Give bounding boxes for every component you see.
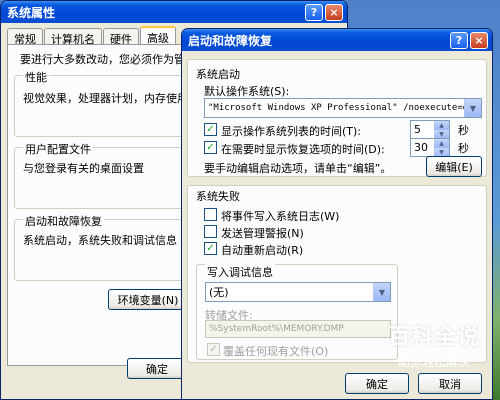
spin-up-icon[interactable]: ▲: [434, 139, 449, 148]
send-alert-label: 发送管理警报(N): [221, 227, 304, 240]
show-os-list-spinner[interactable]: 5 ▲ ▼: [410, 120, 450, 139]
tab-computer-name[interactable]: 计算机名: [44, 28, 102, 46]
chevron-down-icon[interactable]: ▼: [373, 283, 390, 301]
tab-advanced[interactable]: 高级: [140, 26, 176, 45]
show-recovery-label: 在需要时显示恢复选项的时间(D):: [221, 143, 385, 156]
help-button[interactable]: ?: [450, 31, 468, 49]
debug-info-title: 写入调试信息: [205, 264, 275, 280]
tab-hardware[interactable]: 硬件: [103, 28, 139, 46]
write-event-checkbox[interactable]: [204, 208, 217, 221]
overwrite-label: 覆盖任何现有文件(O): [223, 345, 329, 358]
system-properties-title: 系统属性: [7, 5, 56, 20]
ok-button[interactable]: 确定: [345, 373, 409, 394]
show-recovery-unit: 秒: [458, 142, 469, 155]
show-recovery-value: 30: [414, 141, 428, 154]
admin-intro-text: 要进行大多数改动，您必须作为管理: [20, 53, 196, 66]
show-os-list-value: 5: [414, 123, 421, 136]
close-button[interactable]: ×: [470, 31, 488, 49]
startup-recovery-title: 启动和故障恢复: [23, 213, 104, 229]
help-button[interactable]: ?: [305, 3, 323, 21]
show-os-list-label: 显示操作系统列表的时间(T):: [221, 125, 362, 138]
environment-variables-button[interactable]: 环境变量(N): [108, 289, 188, 310]
system-properties-titlebar[interactable]: 系统属性 ? ×: [1, 1, 347, 23]
performance-title: 性能: [23, 69, 49, 85]
chevron-down-icon[interactable]: ▼: [464, 99, 481, 117]
debug-info-value: (无): [209, 286, 229, 299]
edit-button[interactable]: 编辑(E): [426, 156, 482, 177]
show-recovery-checkbox[interactable]: ✓: [204, 141, 217, 154]
auto-restart-label: 自动重新启动(R): [221, 244, 304, 257]
show-os-list-checkbox[interactable]: ✓: [204, 123, 217, 136]
show-recovery-spinner[interactable]: 30 ▲ ▼: [410, 138, 450, 157]
startup-recovery-titlebar[interactable]: 启动和故障恢复 ? ×: [182, 29, 492, 51]
user-profile-title: 用户配置文件: [23, 141, 93, 157]
system-failure-title: 系统失败: [196, 190, 240, 203]
system-startup-title: 系统启动: [196, 68, 240, 81]
startup-recovery-desc: 系统启动，系统失败和调试信息: [23, 234, 177, 247]
default-os-label: 默认操作系统(S):: [204, 85, 290, 98]
back-ok-button[interactable]: 确定: [127, 358, 187, 379]
tab-general[interactable]: 常规: [7, 28, 43, 46]
default-os-value: "Microsoft Windows XP Professional" /noe…: [208, 103, 482, 113]
debug-info-select[interactable]: (无) ▼: [205, 282, 391, 302]
overwrite-checkbox[interactable]: ✓: [207, 343, 220, 356]
edit-hint-text: 要手动编辑启动选项，请单击“编辑”。: [204, 162, 392, 175]
system-startup-panel: 系统启动 默认操作系统(S): "Microsoft Windows XP Pr…: [187, 59, 487, 177]
user-profile-desc: 与您登录有关的桌面设置: [23, 162, 144, 175]
watermark: 百科全说 助你轻松解决: [388, 319, 480, 370]
watermark-title: 百科全说: [387, 325, 480, 350]
show-os-list-unit: 秒: [458, 124, 469, 137]
tab-strip: 常规 计算机名 硬件 高级: [7, 26, 177, 46]
performance-desc: 视觉效果，处理器计划，内存使用，: [23, 92, 199, 105]
watermark-subtitle: 助你轻松解决: [397, 355, 470, 369]
cancel-button[interactable]: 取消: [418, 373, 482, 394]
dump-file-value: %SystemRoot%\MEMORY.DMP: [209, 324, 344, 334]
close-button[interactable]: ×: [325, 3, 343, 21]
auto-restart-checkbox[interactable]: ✓: [204, 242, 217, 255]
default-os-select[interactable]: "Microsoft Windows XP Professional" /noe…: [204, 98, 482, 118]
spin-up-icon[interactable]: ▲: [434, 121, 449, 130]
send-alert-checkbox[interactable]: [204, 225, 217, 238]
dump-file-input[interactable]: %SystemRoot%\MEMORY.DMP: [205, 320, 391, 338]
debug-info-group: 写入调试信息 (无) ▼ 转储文件: %SystemRoot%\MEMORY.D…: [196, 264, 398, 360]
write-event-label: 将事件写入系统日志(W): [221, 210, 340, 223]
startup-recovery-window-title: 启动和故障恢复: [188, 33, 273, 48]
